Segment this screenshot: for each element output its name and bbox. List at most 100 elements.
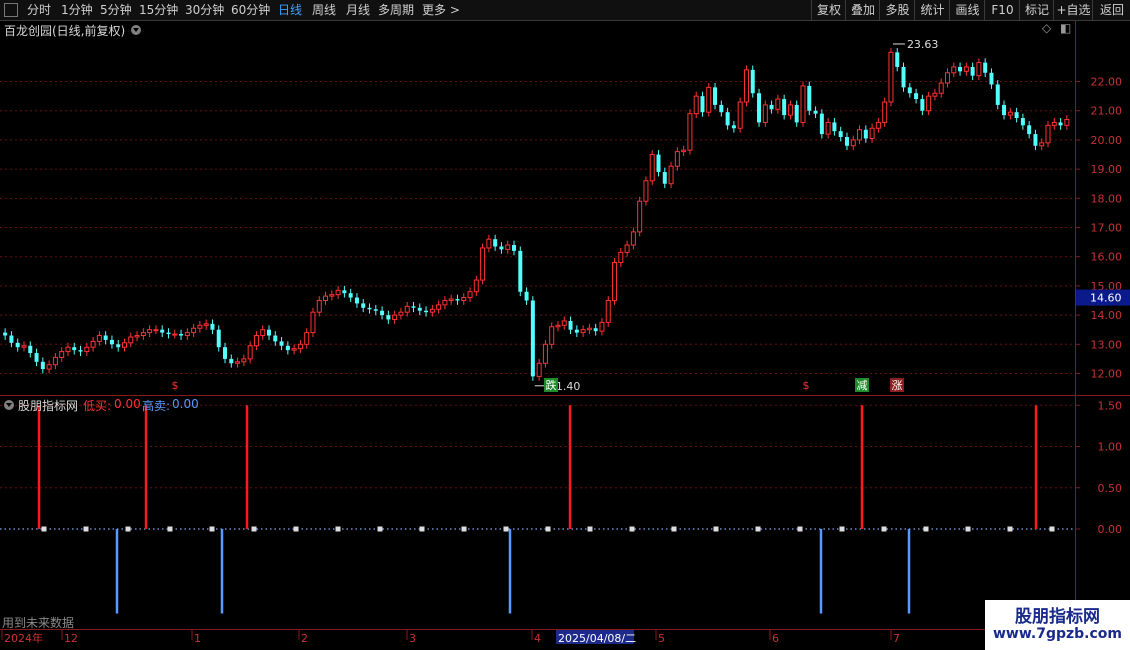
candle-body	[285, 345, 290, 351]
candle-body	[838, 131, 843, 138]
candle-body	[555, 324, 561, 328]
candle-body	[461, 297, 467, 302]
y-tick-label: 20.00	[1091, 134, 1123, 147]
panel-maximize-icon[interactable]: ◧	[1060, 21, 1071, 35]
zero-marker	[461, 526, 467, 532]
candle-body	[586, 327, 592, 331]
zero-marker	[377, 526, 383, 532]
candle-body	[361, 303, 366, 308]
candle-body	[524, 291, 529, 301]
current-price-label: 14.60	[1090, 292, 1122, 305]
candle-body	[832, 122, 837, 132]
kline-chart: 22.0021.0020.0019.0018.0017.0016.0015.00…	[0, 20, 1130, 645]
candle-body	[316, 300, 322, 313]
candle-body	[1014, 112, 1019, 119]
x-tick-label: 6	[772, 632, 779, 645]
candle-body	[944, 72, 950, 84]
candle-body	[536, 362, 542, 377]
candle-body	[989, 72, 994, 85]
candle-body	[731, 125, 736, 129]
candle-body	[530, 300, 535, 377]
candle-body	[518, 250, 523, 292]
candle-body	[1045, 124, 1051, 144]
candle-body	[875, 121, 881, 129]
zero-marker	[209, 526, 215, 532]
candle-body	[499, 246, 504, 250]
candle-body	[549, 326, 555, 345]
candle-body	[429, 308, 435, 313]
zero-marker	[83, 526, 89, 532]
candle-body	[172, 333, 178, 336]
zero-marker	[839, 526, 845, 532]
candle-body	[1064, 119, 1070, 126]
y-tick-label: 12.00	[1091, 367, 1123, 380]
candle-body	[404, 305, 410, 313]
zero-marker	[755, 526, 761, 532]
candle-body	[907, 87, 912, 94]
candle-body	[1058, 122, 1063, 126]
signal-label: $	[172, 379, 179, 392]
x-tick-label: 2024年	[4, 631, 43, 645]
candle-body	[844, 137, 849, 146]
candle-body	[448, 298, 454, 301]
candle-body	[656, 154, 661, 173]
candle-body	[819, 113, 824, 135]
candle-body	[40, 361, 45, 370]
signal-label: 涨	[892, 379, 903, 392]
candle-body	[46, 364, 52, 370]
candle-body	[216, 329, 221, 348]
candle-body	[9, 335, 14, 343]
candle-body	[612, 262, 618, 302]
candle-body	[857, 129, 863, 141]
candle-body	[140, 332, 146, 337]
candle-body	[191, 327, 197, 334]
candle-body	[693, 95, 699, 115]
candle-body	[342, 290, 347, 294]
candle-body	[279, 341, 284, 346]
candle-body	[782, 99, 787, 116]
x-tick-label: 7	[893, 632, 900, 645]
candle-body	[750, 69, 755, 94]
candle-body	[958, 66, 963, 72]
candle-body	[869, 127, 875, 139]
candle-body	[580, 329, 586, 334]
x-tick-label: 2	[301, 632, 308, 645]
indicator-dropdown-icon[interactable]	[4, 400, 14, 410]
y-tick-label: 21.00	[1091, 105, 1123, 118]
candle-body	[329, 294, 335, 297]
x-tick-label: 1	[194, 632, 201, 645]
candle-body	[1007, 111, 1013, 116]
candle-body	[863, 129, 868, 139]
candle-body	[373, 309, 378, 311]
candle-body	[103, 335, 108, 340]
zero-marker	[503, 526, 509, 532]
zero-marker	[335, 526, 341, 532]
candle-body	[787, 104, 793, 116]
candle-body	[184, 332, 190, 337]
candle-body	[668, 165, 674, 185]
candle-body	[618, 251, 624, 264]
candle-body	[769, 104, 774, 110]
candle-body	[34, 353, 39, 362]
candle-body	[160, 329, 165, 333]
candle-body	[605, 300, 611, 323]
candle-body	[662, 172, 667, 184]
candle-body	[354, 297, 359, 304]
candle-body	[273, 335, 278, 342]
candle-body	[210, 323, 215, 330]
panel-settings-icon[interactable]: ◇	[1042, 21, 1051, 35]
title-dropdown-icon[interactable]	[131, 25, 141, 35]
candle-body	[493, 239, 498, 247]
candle-body	[417, 307, 422, 311]
high-sell-value: 0.00	[172, 397, 199, 411]
candle-body	[700, 96, 705, 113]
candle-body	[179, 334, 184, 336]
zero-marker	[965, 526, 971, 532]
candle-body	[807, 85, 812, 111]
candle-body	[920, 99, 925, 111]
y-tick-label: 13.00	[1091, 338, 1123, 351]
candle-body	[888, 51, 894, 103]
candle-body	[649, 154, 655, 182]
y-tick-label: 0.00	[1098, 523, 1123, 536]
candle-body	[473, 279, 479, 293]
